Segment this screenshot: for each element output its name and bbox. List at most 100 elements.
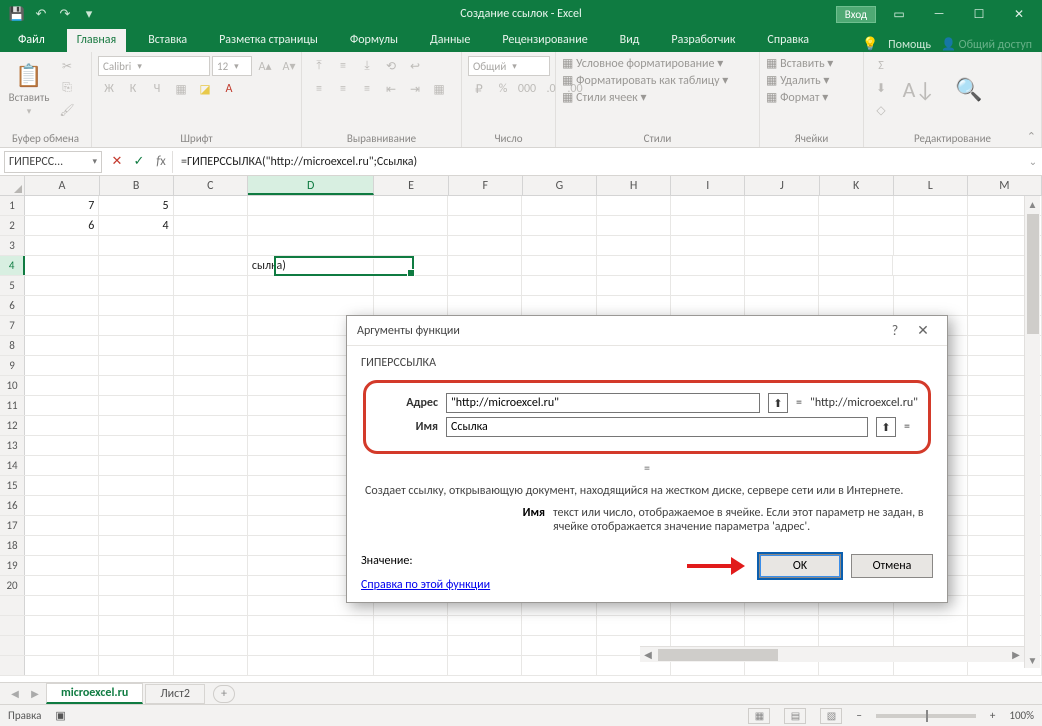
font-name-combo[interactable]: Calibri▾ xyxy=(98,56,210,76)
cell[interactable] xyxy=(894,196,968,215)
cell[interactable] xyxy=(522,616,596,635)
cell[interactable] xyxy=(25,576,99,595)
col-header[interactable]: A xyxy=(25,176,99,195)
conditional-formatting-icon[interactable]: ▦ Условное форматирование ▾ xyxy=(562,56,723,71)
cell[interactable] xyxy=(448,276,522,295)
cell[interactable] xyxy=(894,236,968,255)
cell[interactable] xyxy=(448,196,522,215)
undo-icon[interactable]: ↶ xyxy=(30,3,52,25)
cell[interactable] xyxy=(99,456,173,475)
row-header[interactable]: 7 xyxy=(0,316,25,335)
vertical-scrollbar[interactable]: ▲ ▼ xyxy=(1024,196,1040,668)
cell[interactable] xyxy=(99,536,173,555)
cell[interactable] xyxy=(374,276,448,295)
tab-file[interactable]: Файл xyxy=(8,29,55,52)
row-header[interactable]: 3 xyxy=(0,236,25,255)
cell[interactable] xyxy=(448,296,522,315)
cell[interactable]: 7 xyxy=(25,196,99,215)
sort-filter-button[interactable]: A↓ xyxy=(896,56,942,122)
percent-icon[interactable]: % xyxy=(492,79,514,99)
increase-indent-icon[interactable]: ⇥ xyxy=(404,79,426,99)
cell[interactable] xyxy=(25,456,99,475)
cell[interactable] xyxy=(745,196,819,215)
login-button[interactable]: Вход xyxy=(836,6,876,23)
cell[interactable] xyxy=(99,596,173,615)
insert-function-icon[interactable]: fx xyxy=(150,151,172,173)
tell-me-icon[interactable]: 💡 xyxy=(862,37,878,52)
cell[interactable] xyxy=(374,216,448,235)
decrease-indent-icon[interactable]: ⇤ xyxy=(380,79,402,99)
cell[interactable] xyxy=(25,556,99,575)
paste-button[interactable]: 📋 Вставить ▾ xyxy=(6,56,52,122)
cell[interactable] xyxy=(248,236,374,255)
tab-view[interactable]: Вид xyxy=(610,29,650,52)
cell[interactable] xyxy=(819,616,893,635)
cell[interactable] xyxy=(99,556,173,575)
cell[interactable] xyxy=(174,456,248,475)
row-header[interactable]: 2 xyxy=(0,216,25,235)
row-header[interactable]: 12 xyxy=(0,416,25,435)
format-cells-button[interactable]: ▦ Формат ▾ xyxy=(766,90,828,105)
cell[interactable] xyxy=(374,636,448,655)
cell[interactable] xyxy=(745,616,819,635)
col-header[interactable]: B xyxy=(100,176,174,195)
row-header[interactable]: 13 xyxy=(0,436,25,455)
cell[interactable] xyxy=(99,516,173,535)
cell[interactable] xyxy=(174,616,248,635)
formula-input[interactable]: =ГИПЕРССЫЛКА("http://microexcel.ru";Ссыл… xyxy=(172,151,1024,173)
cancel-formula-icon[interactable]: ✕ xyxy=(106,151,128,173)
dialog-close-icon[interactable]: ✕ xyxy=(909,322,937,339)
cell[interactable] xyxy=(174,356,248,375)
zoom-level[interactable]: 100% xyxy=(1009,709,1034,722)
range-picker-icon[interactable]: ⬆ xyxy=(876,417,896,437)
save-icon[interactable]: 💾 xyxy=(6,3,28,25)
cell[interactable] xyxy=(99,636,173,655)
zoom-in-icon[interactable]: + xyxy=(990,709,995,722)
tab-developer[interactable]: Разработчик xyxy=(661,29,745,52)
col-header[interactable]: J xyxy=(745,176,819,195)
dialog-titlebar[interactable]: Аргументы функции ? ✕ xyxy=(347,316,947,346)
cell[interactable] xyxy=(248,196,374,215)
cell[interactable] xyxy=(174,476,248,495)
cell[interactable] xyxy=(25,256,99,275)
cell[interactable] xyxy=(448,216,522,235)
align-center-icon[interactable]: ≡ xyxy=(332,79,354,99)
delete-cells-button[interactable]: ▦ Удалить ▾ xyxy=(766,73,829,88)
col-header[interactable]: E xyxy=(374,176,448,195)
cell[interactable] xyxy=(174,436,248,455)
cell[interactable] xyxy=(25,236,99,255)
number-format-combo[interactable]: Общий▾ xyxy=(468,56,550,76)
cell[interactable] xyxy=(174,416,248,435)
cell[interactable] xyxy=(374,616,448,635)
row-header[interactable] xyxy=(0,616,25,635)
cell[interactable] xyxy=(99,256,173,275)
fill-color-icon[interactable]: ◪ xyxy=(194,79,216,99)
cell[interactable] xyxy=(819,276,893,295)
cell[interactable] xyxy=(99,416,173,435)
cell[interactable] xyxy=(99,376,173,395)
cell[interactable] xyxy=(374,196,448,215)
cell[interactable] xyxy=(745,256,819,275)
cell[interactable] xyxy=(174,296,248,315)
cell[interactable] xyxy=(671,256,745,275)
cell[interactable] xyxy=(374,296,448,315)
col-header[interactable]: M xyxy=(968,176,1042,195)
cell[interactable] xyxy=(597,216,671,235)
zoom-slider[interactable] xyxy=(876,714,976,718)
cell[interactable] xyxy=(893,256,967,275)
normal-view-icon[interactable]: ▦ xyxy=(748,708,770,724)
cell[interactable] xyxy=(522,216,596,235)
row-header[interactable]: 11 xyxy=(0,396,25,415)
find-select-button[interactable]: 🔍 xyxy=(946,56,992,122)
sheet-nav-prev-icon[interactable]: ◀ xyxy=(6,687,24,700)
share-button[interactable]: 👤 Общий доступ xyxy=(941,37,1032,52)
cell[interactable]: 4 xyxy=(99,216,173,235)
increase-font-icon[interactable]: A▴ xyxy=(254,56,276,76)
font-color-icon[interactable]: A xyxy=(218,79,240,99)
cell[interactable] xyxy=(25,516,99,535)
cell[interactable] xyxy=(671,196,745,215)
close-icon[interactable]: ✕ xyxy=(1002,4,1036,24)
cell[interactable] xyxy=(522,196,596,215)
cell[interactable] xyxy=(25,536,99,555)
cell[interactable] xyxy=(597,256,671,275)
